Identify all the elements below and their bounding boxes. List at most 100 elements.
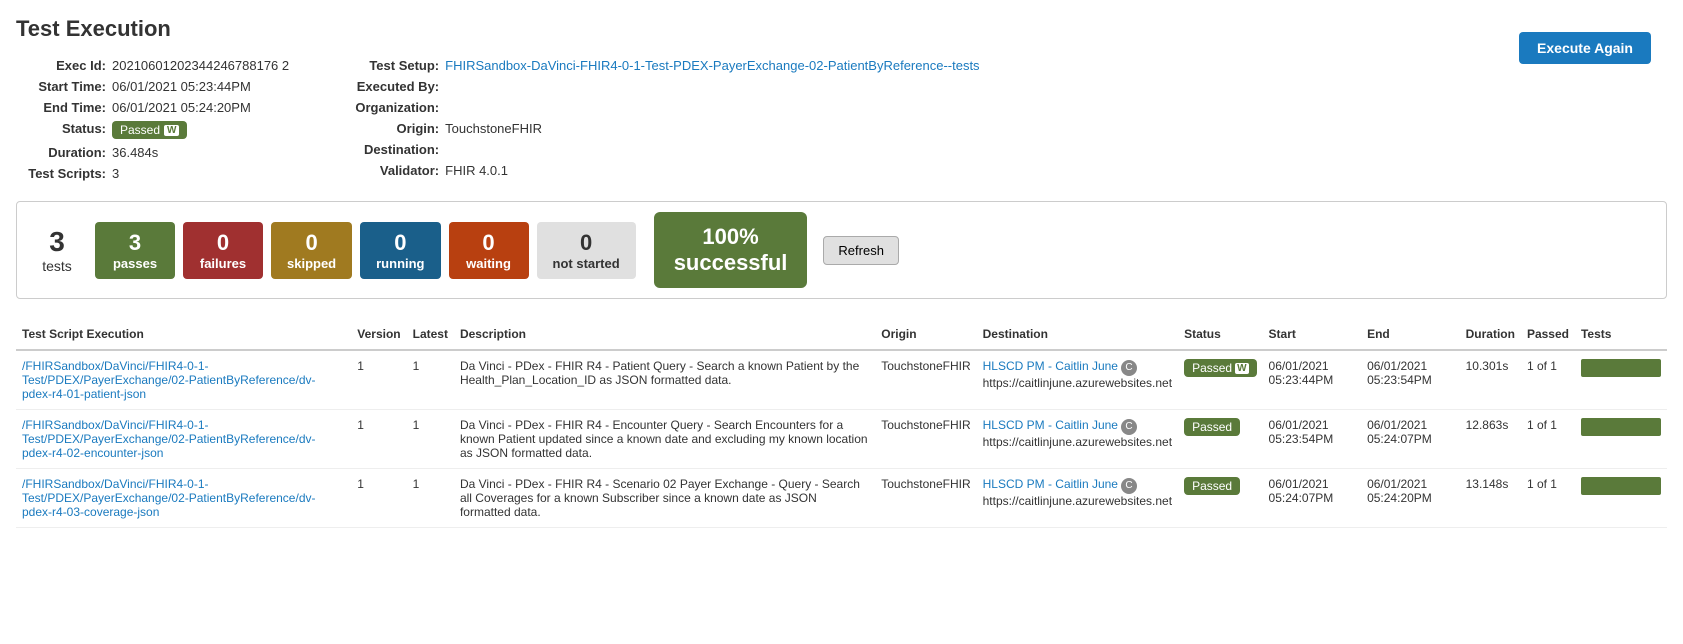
waiting-box[interactable]: 0 waiting <box>449 222 529 279</box>
cell-end: 06/01/2021 05:24:07PM <box>1361 410 1460 469</box>
duration-label: Duration: <box>16 145 106 160</box>
cell-origin: TouchstoneFHIR <box>875 410 976 469</box>
total-label: tests <box>42 258 72 274</box>
duration-value: 36.484s <box>112 145 158 160</box>
table-row: /FHIRSandbox/DaVinci/FHIR4-0-1-Test/PDEX… <box>16 469 1667 528</box>
running-label: running <box>376 256 424 271</box>
cell-destination: HLSCD PM - Caitlin JuneC https://caitlinj… <box>977 350 1178 410</box>
refresh-button[interactable]: Refresh <box>823 236 899 265</box>
col-origin: Origin <box>875 319 976 350</box>
cell-tests <box>1575 469 1667 528</box>
table-header-row: Test Script Execution Version Latest Des… <box>16 319 1667 350</box>
cell-script: /FHIRSandbox/DaVinci/FHIR4-0-1-Test/PDEX… <box>16 350 351 410</box>
origin-label: Origin: <box>329 121 439 136</box>
col-script: Test Script Execution <box>16 319 351 350</box>
cell-tests <box>1575 410 1667 469</box>
cell-status: Passed W <box>1178 350 1262 410</box>
test-scripts-value: 3 <box>112 166 119 181</box>
destination-url: https://caitlinjune.azurewebsites.net <box>983 376 1172 390</box>
execute-again-button[interactable]: Execute Again <box>1519 32 1651 64</box>
running-box[interactable]: 0 running <box>360 222 440 279</box>
not-started-num: 0 <box>580 230 592 256</box>
cell-passed: 1 of 1 <box>1521 469 1575 528</box>
test-setup-link[interactable]: FHIRSandbox-DaVinci-FHIR4-0-1-Test-PDEX-… <box>445 58 979 73</box>
cell-version: 1 <box>351 469 406 528</box>
organization-label: Organization: <box>329 100 439 115</box>
destination-link[interactable]: HLSCD PM - Caitlin JuneC <box>983 418 1137 432</box>
total-count: 3 <box>49 226 65 258</box>
cell-passed: 1 of 1 <box>1521 350 1575 410</box>
col-version: Version <box>351 319 406 350</box>
failures-num: 0 <box>217 230 229 256</box>
destination-link[interactable]: HLSCD PM - Caitlin JuneC <box>983 359 1137 373</box>
cell-origin: TouchstoneFHIR <box>875 350 976 410</box>
cell-tests <box>1575 350 1667 410</box>
passes-num: 3 <box>129 230 141 256</box>
cell-origin: TouchstoneFHIR <box>875 469 976 528</box>
status-badge: Passed W <box>112 121 187 139</box>
destination-url: https://caitlinjune.azurewebsites.net <box>983 494 1172 508</box>
destination-url: https://caitlinjune.azurewebsites.net <box>983 435 1172 449</box>
script-link[interactable]: /FHIRSandbox/DaVinci/FHIR4-0-1-Test/PDEX… <box>22 418 315 460</box>
script-link[interactable]: /FHIRSandbox/DaVinci/FHIR4-0-1-Test/PDEX… <box>22 477 315 519</box>
status-passed-text: Passed <box>120 123 160 137</box>
skipped-num: 0 <box>305 230 317 256</box>
cell-duration: 10.301s <box>1460 350 1521 410</box>
cell-destination: HLSCD PM - Caitlin JuneC https://caitlinj… <box>977 469 1178 528</box>
progress-bar <box>1581 477 1661 495</box>
c-badge-icon: C <box>1121 360 1137 376</box>
cell-start: 06/01/2021 05:23:44PM <box>1263 350 1362 410</box>
col-duration: Duration <box>1460 319 1521 350</box>
success-block: 100% successful <box>654 212 808 288</box>
cell-start: 06/01/2021 05:24:07PM <box>1263 469 1362 528</box>
c-badge-icon: C <box>1121 478 1137 494</box>
cell-latest: 1 <box>407 350 454 410</box>
test-scripts-table: Test Script Execution Version Latest Des… <box>16 319 1667 528</box>
cell-status: Passed <box>1178 469 1262 528</box>
status-badge: Passed <box>1184 477 1240 495</box>
validator-label: Validator: <box>329 163 439 178</box>
cell-passed: 1 of 1 <box>1521 410 1575 469</box>
exec-id-label: Exec Id: <box>16 58 106 73</box>
cell-description: Da Vinci - PDex - FHIR R4 - Encounter Qu… <box>454 410 875 469</box>
page-title: Test Execution <box>16 16 1667 42</box>
test-setup-label: Test Setup: <box>329 58 439 73</box>
end-time-value: 06/01/2021 05:24:20PM <box>112 100 251 115</box>
status-w-badge: W <box>164 125 179 136</box>
start-time-value: 06/01/2021 05:23:44PM <box>112 79 251 94</box>
waiting-num: 0 <box>482 230 494 256</box>
passes-box[interactable]: 3 passes <box>95 222 175 279</box>
running-num: 0 <box>394 230 406 256</box>
origin-value: TouchstoneFHIR <box>445 121 542 136</box>
cell-duration: 13.148s <box>1460 469 1521 528</box>
success-label: successful <box>674 250 788 276</box>
success-percent: 100% <box>674 224 788 250</box>
skipped-box[interactable]: 0 skipped <box>271 222 352 279</box>
waiting-label: waiting <box>466 256 511 271</box>
not-started-box[interactable]: 0 not started <box>537 222 636 279</box>
test-scripts-label: Test Scripts: <box>16 166 106 181</box>
cell-version: 1 <box>351 410 406 469</box>
cell-description: Da Vinci - PDex - FHIR R4 - Patient Quer… <box>454 350 875 410</box>
cell-destination: HLSCD PM - Caitlin JuneC https://caitlinj… <box>977 410 1178 469</box>
col-tests: Tests <box>1575 319 1667 350</box>
cell-version: 1 <box>351 350 406 410</box>
executed-by-label: Executed By: <box>329 79 439 94</box>
cell-script: /FHIRSandbox/DaVinci/FHIR4-0-1-Test/PDEX… <box>16 469 351 528</box>
col-start: Start <box>1263 319 1362 350</box>
cell-script: /FHIRSandbox/DaVinci/FHIR4-0-1-Test/PDEX… <box>16 410 351 469</box>
cell-status: Passed <box>1178 410 1262 469</box>
destination-link[interactable]: HLSCD PM - Caitlin JuneC <box>983 477 1137 491</box>
not-started-label: not started <box>553 256 620 271</box>
summary-bar: 3 tests 3 passes 0 failures 0 skipped 0 … <box>16 201 1667 299</box>
status-badge: Passed W <box>1184 359 1256 377</box>
failures-box[interactable]: 0 failures <box>183 222 263 279</box>
progress-bar <box>1581 359 1661 377</box>
end-time-label: End Time: <box>16 100 106 115</box>
skipped-label: skipped <box>287 256 336 271</box>
failures-label: failures <box>200 256 246 271</box>
table-row: /FHIRSandbox/DaVinci/FHIR4-0-1-Test/PDEX… <box>16 350 1667 410</box>
summary-total: 3 tests <box>27 226 87 274</box>
exec-id-value: 20210601202344246788176 2 <box>112 58 289 73</box>
script-link[interactable]: /FHIRSandbox/DaVinci/FHIR4-0-1-Test/PDEX… <box>22 359 315 401</box>
